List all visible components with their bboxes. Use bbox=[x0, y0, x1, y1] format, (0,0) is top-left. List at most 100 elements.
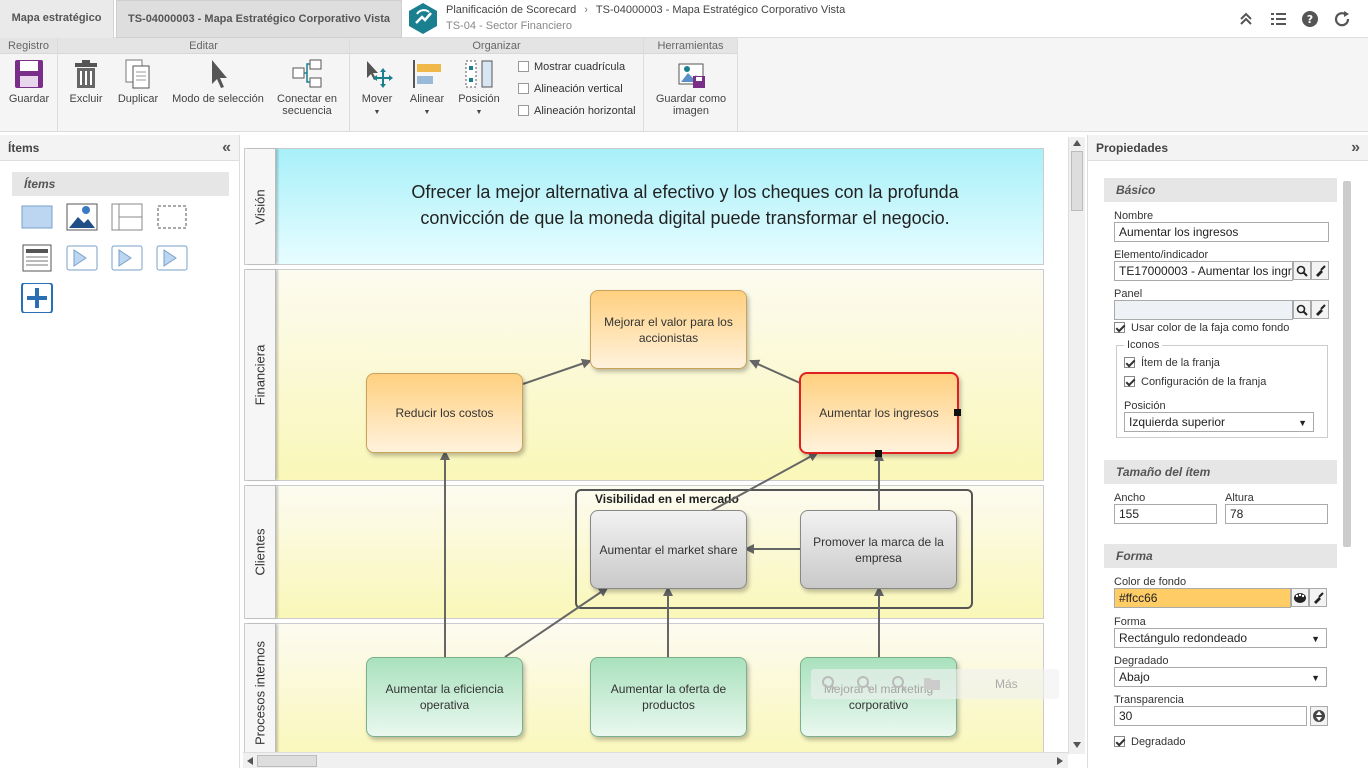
node-eficiencia-operativa[interactable]: Aumentar la eficiencia operativa bbox=[366, 657, 523, 737]
elemento-input[interactable]: TE17000003 - Aumentar los ingresos bbox=[1114, 261, 1293, 281]
transparencia-label: Transparencia bbox=[1114, 694, 1184, 706]
checkbox-box[interactable] bbox=[518, 61, 529, 72]
add-item-icon[interactable] bbox=[21, 283, 53, 313]
indicator-item-icon[interactable] bbox=[111, 243, 143, 273]
degradado-select[interactable]: Abajo bbox=[1114, 667, 1327, 687]
node-mejorar-valor[interactable]: Mejorar el valor para los accionistas bbox=[590, 290, 747, 369]
ancho-input[interactable]: 155 bbox=[1114, 504, 1217, 524]
zoom-more-button[interactable]: Más bbox=[995, 677, 1018, 691]
altura-input[interactable]: 78 bbox=[1225, 504, 1328, 524]
align-button[interactable]: Alinear ▼ bbox=[406, 58, 448, 119]
duplicate-button[interactable]: Duplicar bbox=[114, 58, 162, 105]
node-oferta-productos[interactable]: Aumentar la oferta de productos bbox=[590, 657, 747, 737]
transparencia-stepper[interactable] bbox=[1310, 706, 1328, 726]
nombre-input[interactable]: Aumentar los ingresos bbox=[1114, 222, 1329, 242]
zoom-out-icon[interactable] bbox=[821, 675, 837, 691]
zoom-fit-icon[interactable] bbox=[891, 675, 907, 691]
panel-input[interactable] bbox=[1114, 300, 1293, 320]
scroll-right-icon[interactable] bbox=[1056, 756, 1064, 766]
connect-sequence-button[interactable]: Conectar en secuencia bbox=[272, 58, 342, 117]
connector-reducir-mejorar[interactable] bbox=[522, 358, 592, 385]
horizontal-scroll-thumb[interactable] bbox=[257, 755, 317, 767]
checkbox-box[interactable] bbox=[1114, 736, 1125, 747]
lane-item-icon[interactable] bbox=[111, 202, 143, 232]
panel-search-button[interactable] bbox=[1293, 300, 1311, 319]
section-basico[interactable]: Básico bbox=[1104, 178, 1337, 202]
rectangle-item-icon[interactable] bbox=[21, 202, 53, 232]
selection-mode-button[interactable]: Modo de selección bbox=[170, 58, 266, 105]
connector-ingresos-mejorar[interactable] bbox=[749, 359, 801, 384]
properties-panel-title: Propiedades bbox=[1096, 141, 1169, 155]
vertical-scroll-thumb[interactable] bbox=[1071, 151, 1083, 211]
elemento-clear-button[interactable] bbox=[1311, 261, 1329, 280]
objective-item-icon[interactable] bbox=[66, 243, 98, 273]
checkbox-box[interactable] bbox=[1114, 322, 1125, 333]
forma-select[interactable]: Rectángulo redondeado bbox=[1114, 628, 1327, 648]
vertical-align-checkbox[interactable]: Alineación vertical bbox=[518, 82, 623, 96]
help-icon[interactable]: ? bbox=[1301, 10, 1319, 28]
checkbox-box[interactable] bbox=[518, 105, 529, 116]
connector-market-ingresos[interactable] bbox=[710, 452, 819, 512]
scroll-down-icon[interactable] bbox=[1072, 741, 1082, 749]
resize-handle-right[interactable] bbox=[954, 409, 961, 416]
ancho-label: Ancho bbox=[1114, 492, 1146, 504]
color-fondo-input[interactable]: #ffcc66 bbox=[1114, 588, 1291, 608]
items-section-header[interactable]: Ítems bbox=[12, 172, 229, 196]
degradado-label: Degradado bbox=[1114, 655, 1169, 667]
group-item-icon[interactable] bbox=[156, 202, 188, 232]
collapse-left-icon[interactable]: « bbox=[222, 135, 231, 161]
usar-color-checkbox[interactable]: Usar color de la faja como fondo bbox=[1114, 322, 1289, 334]
node-aumentar-ingresos[interactable]: Aumentar los ingresos bbox=[799, 372, 959, 454]
transparencia-input[interactable]: 30 bbox=[1114, 706, 1307, 726]
scroll-left-icon[interactable] bbox=[246, 756, 254, 766]
list-icon[interactable] bbox=[1269, 10, 1287, 28]
canvas-horizontal-scrollbar[interactable] bbox=[243, 752, 1068, 768]
refresh-icon[interactable] bbox=[1333, 10, 1351, 28]
elemento-search-button[interactable] bbox=[1293, 261, 1311, 280]
panel-clear-button[interactable] bbox=[1311, 300, 1329, 319]
node-promover-marca[interactable]: Promover la marca de la empresa bbox=[800, 510, 957, 589]
move-icon bbox=[367, 61, 393, 88]
scroll-up-icon[interactable] bbox=[1072, 139, 1082, 147]
tab-mapa-estrategico[interactable]: Mapa estratégico bbox=[0, 0, 114, 38]
node-reducir-costos[interactable]: Reducir los costos bbox=[366, 373, 523, 453]
selection-mode-label: Modo de selección bbox=[172, 93, 264, 105]
text-item-icon[interactable] bbox=[21, 243, 53, 273]
image-item-icon[interactable] bbox=[66, 202, 98, 232]
tab-document[interactable]: TS-04000003 - Mapa Estratégico Corporati… bbox=[116, 0, 402, 38]
strategic-map-canvas[interactable]: Visión Ofrecer la mejor alternativa al e… bbox=[243, 137, 1085, 754]
move-button[interactable]: Mover ▼ bbox=[356, 58, 398, 119]
move-label: Mover bbox=[361, 93, 393, 105]
zoom-in-icon[interactable] bbox=[856, 675, 872, 691]
horizontal-align-checkbox[interactable]: Alineación horizontal bbox=[518, 104, 636, 118]
section-forma[interactable]: Forma bbox=[1104, 544, 1337, 568]
expand-right-icon[interactable]: » bbox=[1351, 135, 1360, 161]
save-button[interactable]: Guardar bbox=[4, 58, 54, 105]
ribbon-group-registro: Registro Guardar bbox=[0, 38, 58, 132]
folder-icon[interactable] bbox=[923, 675, 941, 691]
color-picker-button[interactable] bbox=[1291, 588, 1309, 607]
ribbon-toolbar: Registro Guardar Editar Excluir Duplicar… bbox=[0, 38, 1368, 132]
breadcrumb-root[interactable]: Planificación de Scorecard bbox=[446, 4, 576, 16]
position-button[interactable]: Posición ▼ bbox=[456, 58, 502, 119]
resize-handle-bottom[interactable] bbox=[875, 450, 882, 457]
delete-button[interactable]: Excluir bbox=[64, 58, 108, 105]
checkbox-box[interactable] bbox=[1124, 357, 1135, 368]
save-as-image-button[interactable]: Guardar como imagen bbox=[648, 58, 734, 117]
connector-eficiencia-market[interactable] bbox=[504, 586, 609, 658]
section-tamano-item[interactable]: Tamaño del ítem bbox=[1104, 460, 1337, 484]
action-item-icon[interactable] bbox=[156, 243, 188, 273]
properties-scrollbar[interactable] bbox=[1343, 181, 1351, 547]
show-grid-checkbox[interactable]: Mostrar cuadrícula bbox=[518, 60, 625, 74]
config-franja-checkbox[interactable]: Configuración de la franja bbox=[1124, 376, 1266, 388]
degradado-checkbox[interactable]: Degradado bbox=[1114, 736, 1185, 748]
node-market-share[interactable]: Aumentar el market share bbox=[590, 510, 747, 589]
checkbox-box[interactable] bbox=[518, 83, 529, 94]
canvas-vertical-scrollbar[interactable] bbox=[1068, 137, 1085, 754]
posicion-select[interactable]: Izquierda superior bbox=[1124, 412, 1314, 432]
posicion-label: Posición bbox=[1124, 400, 1166, 412]
color-clear-button[interactable] bbox=[1309, 588, 1327, 607]
item-franja-checkbox[interactable]: Ítem de la franja bbox=[1124, 357, 1220, 369]
checkbox-box[interactable] bbox=[1124, 376, 1135, 387]
collapse-up-icon[interactable] bbox=[1237, 10, 1255, 28]
